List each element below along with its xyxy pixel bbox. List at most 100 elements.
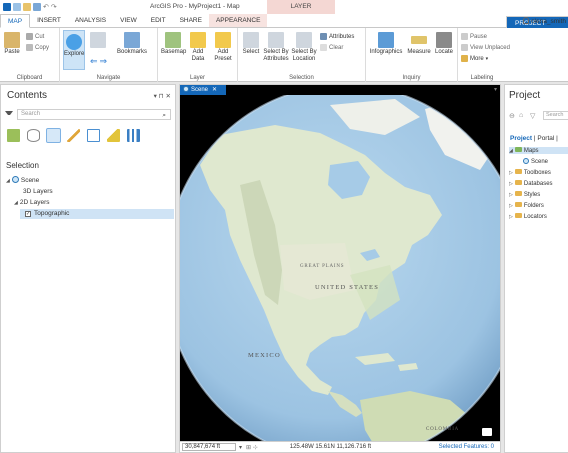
user-account[interactable]: olena_smith [522, 17, 566, 25]
project-item-databases[interactable]: ▷ Databases [509, 180, 553, 187]
tab-portal[interactable]: Portal [537, 135, 554, 142]
tab-appearance[interactable]: APPEARANCE [208, 14, 268, 27]
expand-triangle-icon[interactable]: ▷ [509, 203, 513, 209]
project-search-input[interactable]: Search [543, 111, 568, 120]
selected-features-count[interactable]: Selected Features: 0 [439, 444, 494, 450]
tab-map[interactable]: MAP [0, 14, 31, 28]
grid-icon[interactable]: ⊞ ⊹ [246, 444, 258, 451]
expand-triangle-icon[interactable]: ▷ [509, 181, 513, 187]
project-item-locators[interactable]: ▷ Locators [509, 213, 547, 220]
back-arrow-icon[interactable]: ⇐ [90, 56, 98, 67]
clear-button[interactable]: Clear [320, 44, 343, 51]
locators-icon [514, 213, 522, 218]
home-icon[interactable]: ⌂ [519, 112, 523, 119]
expand-triangle-icon[interactable]: ▷ [509, 214, 513, 220]
select-by-attributes-button[interactable]: Select By Attributes [263, 32, 289, 63]
tab-scene[interactable]: Scene ✕ [180, 85, 226, 95]
globe-icon [183, 86, 189, 92]
paste-icon [4, 32, 20, 48]
tab-project-catalog[interactable]: Project [510, 135, 532, 142]
ribbon: Paste Cut Copy Clipboard Explore ⇐ ⇒ Book… [0, 28, 568, 82]
select-by-location-button[interactable]: Select By Location [291, 32, 317, 63]
cut-button[interactable]: Cut [26, 33, 44, 40]
infographics-button[interactable]: Infographics [368, 32, 404, 56]
inquiry-group: Infographics Measure Locate Inquiry [366, 28, 458, 82]
scene-status-bar: 30,847,674 ft ▾ ⊞ ⊹ 125.48W 15.61N 11,12… [180, 441, 500, 452]
back-forward-buttons[interactable]: ⇐ ⇒ [90, 56, 107, 67]
scene-view[interactable]: Scene ✕ ▾ UNITED STATES GREAT PLAINS MEX… [179, 84, 501, 453]
snapping-icon[interactable] [87, 129, 100, 142]
tab-share[interactable]: SHARE [173, 14, 209, 27]
explore-button[interactable]: Explore [63, 30, 85, 70]
selection-view-icon[interactable] [46, 128, 61, 143]
window-title: ArcGIS Pro - MyProject1 - Map [150, 3, 240, 10]
filter-icon[interactable] [5, 111, 13, 118]
pause-button[interactable]: Pause [461, 33, 487, 40]
tab-insert[interactable]: INSERT [30, 14, 68, 27]
close-icon[interactable]: ✕ [212, 87, 217, 93]
more-button[interactable]: More ▾ [461, 55, 488, 62]
save-icon[interactable] [33, 3, 41, 11]
globe-icon [11, 176, 19, 183]
bookmarks-button[interactable]: Bookmarks [112, 32, 152, 56]
project-item-scene[interactable]: Scene [523, 158, 548, 165]
expand-triangle-icon[interactable]: ◢ [509, 148, 513, 154]
paste-button[interactable]: Paste [3, 32, 21, 56]
back-arrow-icon[interactable]: ⊖ [509, 112, 515, 120]
camera-icon[interactable] [482, 428, 492, 436]
open-project-icon[interactable] [23, 3, 31, 11]
add-preset-button[interactable]: Add Preset [211, 32, 235, 63]
app-icon [3, 3, 11, 11]
project-item-folders[interactable]: ▷ Folders [509, 202, 544, 209]
editing-icon[interactable] [67, 129, 80, 142]
labeling-icon[interactable] [107, 129, 120, 142]
view-unplaced-button[interactable]: View Unplaced [461, 44, 510, 51]
scale-input[interactable]: 30,847,674 ft [182, 443, 236, 451]
tree-item-2d-layers[interactable]: ◢ 2D Layers [14, 199, 49, 206]
copy-button[interactable]: Copy [26, 44, 49, 51]
label-colombia: COLOMBIA [426, 427, 459, 432]
add-data-button[interactable]: Add Data [188, 32, 208, 63]
workspace: Contents ▾ ⊓ ✕ Search ⌕ Selection ◢ Scene… [0, 82, 568, 453]
infographics-icon [378, 32, 394, 48]
basemap-button[interactable]: Basemap [161, 32, 186, 56]
project-item-toolboxes[interactable]: ▷ Toolboxes [509, 169, 551, 176]
expand-triangle-icon[interactable]: ◢ [6, 178, 10, 184]
drawing-order-icon[interactable] [7, 129, 20, 142]
chevron-down-icon[interactable]: ▾ [494, 86, 497, 93]
labeling-group: Pause View Unplaced More ▾ Labeling [458, 28, 568, 82]
pane-controls[interactable]: ▾ ⊓ ✕ [154, 92, 171, 100]
project-item-maps[interactable]: ◢ Maps [509, 147, 568, 154]
checkbox[interactable]: ✓ [25, 211, 31, 217]
select-button[interactable]: Select [241, 32, 261, 56]
tab-view[interactable]: VIEW [113, 14, 144, 27]
charts-icon[interactable] [127, 129, 140, 142]
measure-button[interactable]: Measure [406, 32, 432, 56]
globe[interactable]: UNITED STATES GREAT PLAINS MEXICO COLOMB… [180, 95, 500, 443]
data-source-icon[interactable] [27, 129, 40, 142]
navigate-label: Navigate [96, 75, 121, 81]
new-project-icon[interactable] [13, 3, 21, 11]
expand-triangle-icon[interactable]: ◢ [14, 200, 18, 206]
project-item-styles[interactable]: ▷ Styles [509, 191, 540, 198]
attributes-button[interactable]: Attributes [320, 33, 354, 40]
expand-triangle-icon[interactable]: ▷ [509, 170, 513, 176]
add-preset-icon [215, 32, 231, 48]
redo-icon[interactable]: ↷ [51, 3, 57, 11]
tree-item-scene[interactable]: ◢ Scene [6, 176, 39, 184]
search-icon[interactable]: ⌕ [162, 111, 166, 120]
forward-arrow-icon[interactable]: ⇒ [100, 56, 108, 67]
tab-edit[interactable]: EDIT [144, 14, 173, 27]
tree-item-topographic[interactable]: ✓ Topographic [20, 209, 174, 219]
undo-icon[interactable]: ↶ [43, 3, 49, 11]
tree-item-3d-layers[interactable]: 3D Layers [23, 188, 53, 195]
fixed-zoom-buttons[interactable] [88, 32, 108, 49]
project-pane: Project ⊖ ⌂ ▽ Search Project | Portal | … [504, 84, 568, 453]
expand-triangle-icon[interactable]: ▷ [509, 192, 513, 198]
contents-search-input[interactable]: Search ⌕ [17, 109, 171, 120]
chevron-down-icon[interactable]: ▾ [239, 444, 242, 451]
contents-pane: Contents ▾ ⊓ ✕ Search ⌕ Selection ◢ Scene… [0, 84, 176, 453]
filter-icon[interactable]: ▽ [530, 112, 535, 120]
locate-button[interactable]: Locate [433, 32, 455, 56]
tab-analysis[interactable]: ANALYSIS [68, 14, 113, 27]
